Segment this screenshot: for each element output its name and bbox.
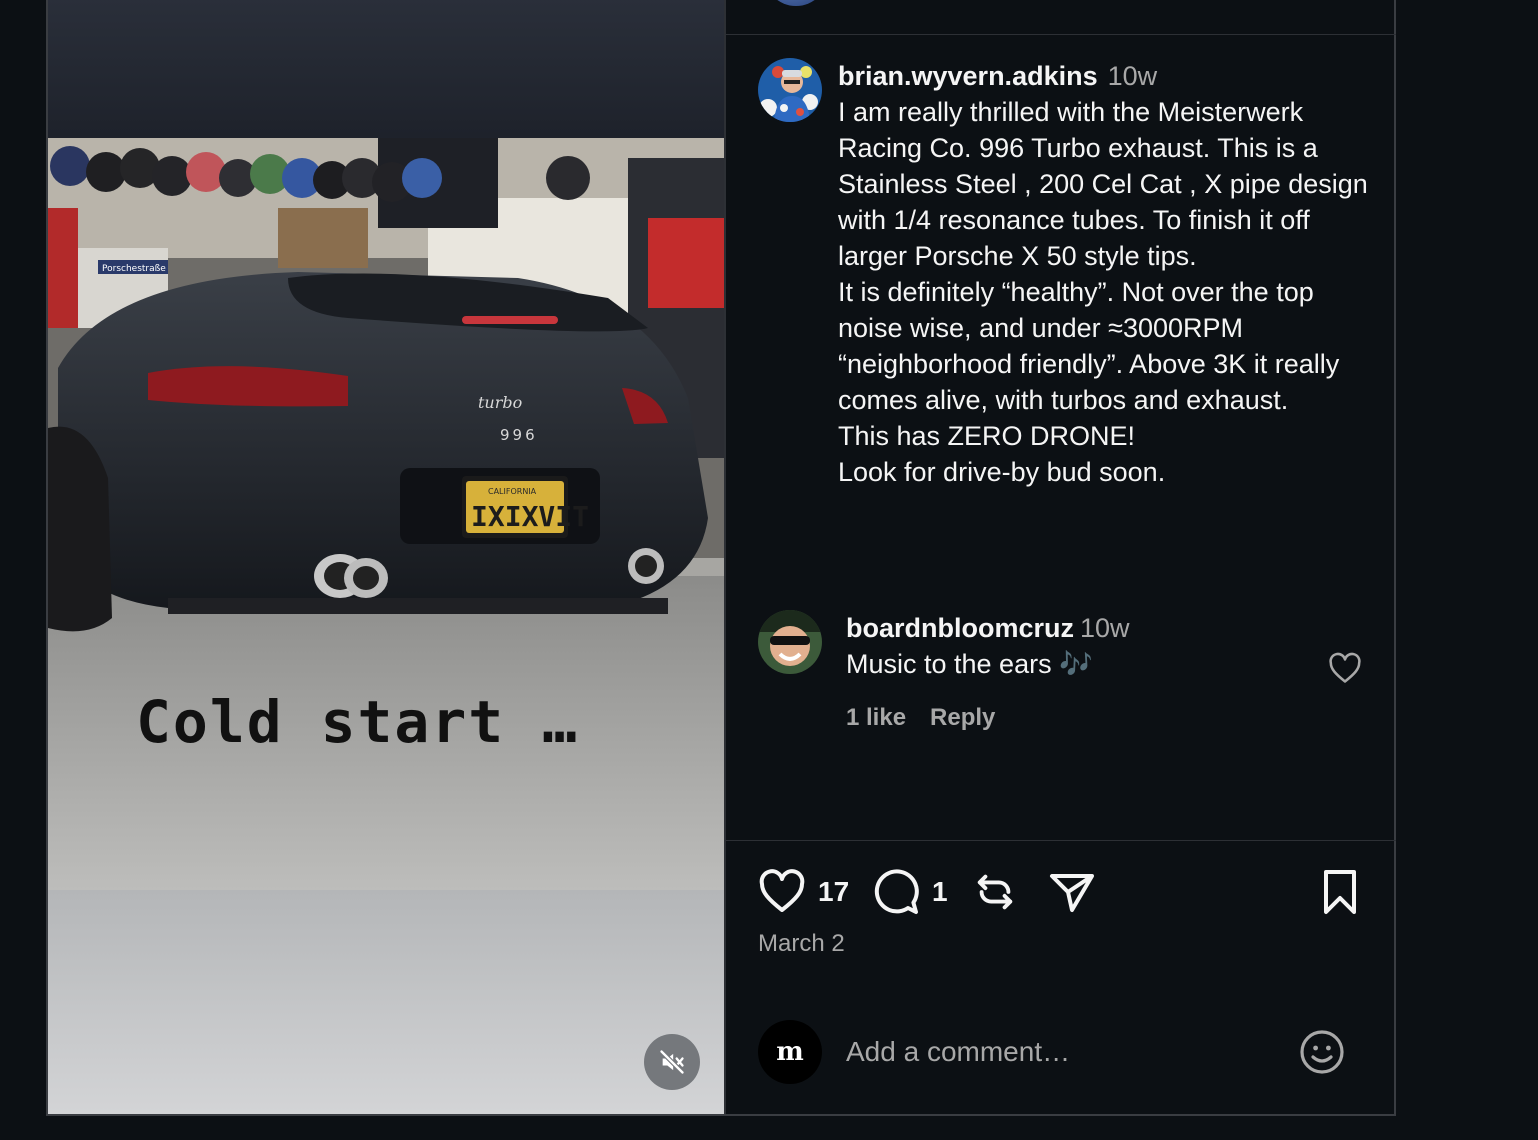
caption-username[interactable]: brian.wyvern.adkins [838, 61, 1098, 91]
current-user-avatar[interactable]: m [758, 1020, 822, 1084]
car-photo: Porschestraße turbo 996 CALIFORNIA IXIXV… [48, 138, 724, 890]
turbo-badge: turbo [478, 393, 522, 412]
avatar[interactable] [758, 58, 822, 122]
comments-pane: brian.wyvern.adkins 10w I am really thril… [726, 0, 1396, 1114]
model-badge: 996 [500, 426, 538, 444]
author-avatar-header[interactable] [764, 0, 828, 6]
caption-time[interactable]: 10w [1108, 61, 1158, 91]
avatar[interactable] [758, 610, 822, 674]
comment-likes[interactable]: 1 like [846, 704, 906, 732]
caption-text: I am really thrilled with the Meisterwer… [838, 97, 1368, 487]
paper-plane-icon[interactable] [1048, 868, 1096, 916]
header-divider [726, 34, 1396, 35]
plate-state: CALIFORNIA [488, 487, 537, 496]
actions-divider [726, 840, 1396, 841]
bookmark-icon[interactable] [1318, 868, 1362, 916]
mute-toggle-button[interactable] [644, 1034, 700, 1090]
comment-like-heart-icon[interactable] [1328, 652, 1362, 684]
video-frame[interactable]: Porschestraße turbo 996 CALIFORNIA IXIXV… [48, 138, 724, 890]
repost-icon[interactable] [972, 868, 1018, 916]
plate-number: IXIXVIT [471, 500, 589, 533]
street-sign-text: Porschestraße [102, 264, 166, 274]
comments-count[interactable]: 1 [932, 876, 948, 908]
video-overlay-text: Cold start … [136, 688, 580, 756]
reply-button[interactable]: Reply [930, 704, 995, 732]
likes-count[interactable]: 17 [818, 876, 849, 908]
speaker-muted-icon [659, 1049, 685, 1075]
comment-composer: m [758, 1020, 1368, 1084]
post-actions: 17 1 [758, 868, 1368, 920]
post-date[interactable]: March 2 [758, 930, 845, 958]
heart-icon[interactable] [758, 868, 806, 914]
comment-text: Music to the ears 🎶 [846, 649, 1093, 679]
post-media[interactable]: Porschestraße turbo 996 CALIFORNIA IXIXV… [48, 0, 724, 1114]
comment-time[interactable]: 10w [1080, 613, 1130, 643]
smiley-icon[interactable] [1298, 1028, 1346, 1076]
video-letterbox [48, 890, 724, 1114]
comment-input[interactable] [846, 1032, 1276, 1072]
post-modal: Porschestraße turbo 996 CALIFORNIA IXIXV… [46, 0, 1396, 1116]
comment-username[interactable]: boardnbloomcruz [846, 613, 1074, 643]
speech-bubble-icon[interactable] [872, 868, 920, 916]
